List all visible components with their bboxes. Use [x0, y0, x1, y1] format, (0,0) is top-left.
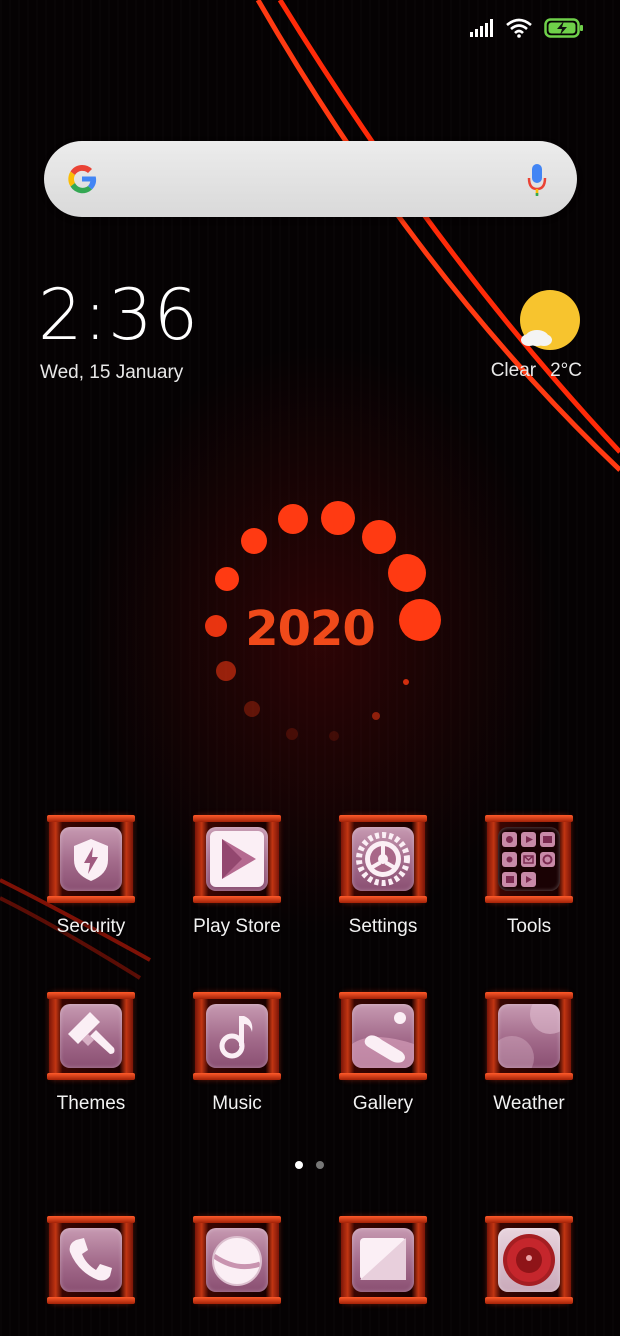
google-search-bar[interactable]: [44, 141, 577, 217]
arc-dot: [286, 728, 298, 740]
messages-icon: [360, 1238, 406, 1280]
arc-dot: [216, 661, 236, 681]
clock-date[interactable]: Wed, 15 January: [40, 362, 183, 384]
app-label: Weather: [493, 1093, 565, 1114]
app-themes[interactable]: Themes: [18, 992, 164, 1115]
app-play-store[interactable]: Play Store: [164, 815, 310, 938]
app-label: Security: [56, 916, 126, 937]
dock-browser[interactable]: [164, 1216, 310, 1304]
phone-icon: [69, 1238, 112, 1281]
music-note-icon: [219, 1016, 253, 1059]
weather-temperature: 2°C: [550, 360, 582, 381]
app-label: Tools: [506, 916, 552, 937]
app-label: Themes: [56, 1093, 126, 1114]
arc-dot: [388, 554, 426, 592]
weather-app-icon: [498, 1004, 560, 1068]
signal-icon: [470, 19, 493, 37]
dock-messages[interactable]: [310, 1216, 456, 1304]
page-dot[interactable]: [316, 1161, 324, 1169]
wallpaper-year: 2020: [245, 601, 376, 657]
arc-dot: [278, 504, 308, 534]
arc-dot: [244, 701, 260, 717]
app-music[interactable]: Music: [164, 992, 310, 1115]
app-gallery[interactable]: Gallery: [310, 992, 456, 1115]
swoosh-line: [277, 0, 620, 454]
paintbrush-icon: [68, 1012, 115, 1054]
page-dot-active[interactable]: [295, 1161, 303, 1169]
app-settings[interactable]: Settings: [310, 815, 456, 938]
page-indicator[interactable]: [295, 1161, 324, 1169]
google-logo-icon: [68, 164, 97, 194]
browser-icon: [212, 1236, 262, 1286]
play-store-icon: [210, 831, 264, 887]
gallery-icon: [352, 1012, 414, 1068]
arc-dot: [362, 520, 396, 554]
shield-icon: [74, 839, 108, 881]
app-tools-folder[interactable]: Tools: [456, 815, 602, 938]
dock-phone[interactable]: [18, 1216, 164, 1304]
app-security[interactable]: Security: [18, 815, 164, 938]
wifi-icon: [506, 18, 532, 38]
tools-folder-icon: [502, 832, 555, 887]
arc-dot: [321, 501, 355, 535]
weather-condition: Clear: [490, 360, 537, 381]
sun-cloud-icon[interactable]: [519, 290, 581, 352]
dock-camera[interactable]: [456, 1216, 602, 1304]
arc-dot: [215, 567, 239, 591]
microphone-icon[interactable]: [527, 163, 547, 197]
camera-icon: [503, 1234, 555, 1286]
arc-dot: [372, 712, 380, 720]
battery-charging-icon: [544, 18, 583, 38]
gear-icon: [356, 832, 410, 886]
app-label: Play Store: [193, 916, 281, 937]
app-label: Music: [212, 1093, 262, 1114]
clock-time[interactable]: 2:36: [38, 280, 199, 350]
arc-dot: [329, 731, 339, 741]
arc-dot: [403, 679, 409, 685]
weather-summary[interactable]: Clear 2°C: [491, 360, 582, 382]
app-weather[interactable]: Weather: [456, 992, 602, 1115]
status-bar: [470, 14, 584, 42]
app-label: Settings: [348, 916, 418, 937]
arc-dot: [241, 528, 267, 554]
app-label: Gallery: [352, 1093, 414, 1114]
